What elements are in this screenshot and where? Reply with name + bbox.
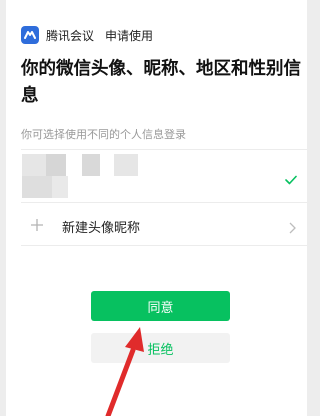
new-profile-label: 新建头像昵称 (62, 221, 141, 236)
chevron-right-icon (289, 219, 296, 238)
hint-text: 你可选择使用不同的个人信息登录 (21, 128, 186, 141)
page-title: 你的微信头像、昵称、地区和性别信息 (21, 59, 301, 106)
current-profile-row[interactable] (6, 150, 307, 202)
divider (21, 245, 307, 246)
tencent-meeting-logo-icon (21, 26, 39, 44)
app-action: 申请使用 (105, 28, 154, 43)
authorization-sheet: 腾讯会议 申请使用 你的微信头像、昵称、地区和性别信息 你可选择使用不同的个人信… (6, 0, 307, 416)
app-name: 腾讯会议 (46, 28, 95, 43)
app-header: 腾讯会议 申请使用 (21, 25, 153, 45)
reject-button[interactable]: 拒绝 (91, 333, 230, 363)
new-profile-row[interactable]: 新建头像昵称 (6, 203, 307, 245)
agree-button[interactable]: 同意 (91, 291, 230, 321)
checkmark-icon (285, 170, 297, 189)
plus-icon (30, 217, 44, 236)
